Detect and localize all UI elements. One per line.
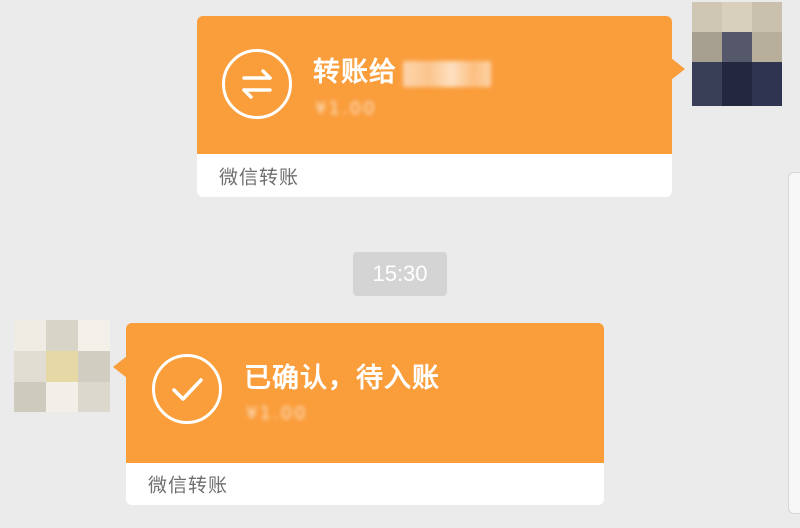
transfer-title: 转账给 (313, 50, 491, 89)
transfer-card-body: 已确认，待入账 ¥1.00 (126, 323, 604, 463)
transfer-amount: ¥1.00 (315, 98, 377, 119)
checkmark-icon (152, 354, 222, 424)
transfer-status-title: 已确认，待入账 (244, 363, 440, 394)
message-timestamp: 15:30 (353, 252, 447, 296)
recipient-name-redacted (403, 60, 491, 87)
outgoing-transfer-card[interactable]: 转账给 ¥1.00 微信转账 (197, 16, 685, 197)
transfer-amount: ¥1.00 (246, 403, 308, 424)
chat-view: 转账给 ¥1.00 微信转账 15:30 已确认，待入账 ¥1.00 微信转账 (0, 0, 800, 528)
transfer-arrows-icon (222, 49, 292, 119)
transfer-card-footer: 微信转账 (126, 463, 604, 505)
wechat-transfer-label: 微信转账 (219, 166, 300, 188)
receiver-avatar[interactable] (14, 320, 110, 412)
wechat-transfer-label: 微信转账 (148, 474, 229, 497)
side-panel-edge (788, 172, 800, 514)
transfer-card-footer: 微信转账 (197, 154, 672, 197)
transfer-card-body: 转账给 ¥1.00 (197, 16, 672, 154)
incoming-transfer-card[interactable]: 已确认，待入账 ¥1.00 微信转账 (113, 323, 604, 505)
bubble-tail (671, 58, 685, 80)
sender-avatar[interactable] (692, 2, 782, 106)
bubble-tail (113, 356, 127, 378)
